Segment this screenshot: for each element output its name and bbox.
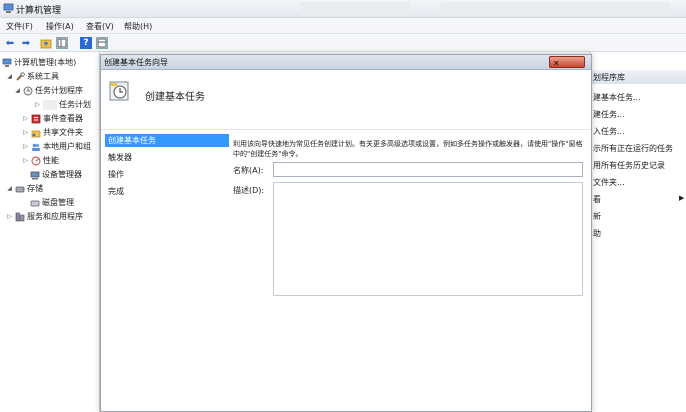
tree-item-disk-management[interactable]: 磁盘管理 bbox=[30, 196, 74, 209]
services-icon bbox=[15, 212, 25, 221]
create-basic-task-wizard: 创建基本任务向导 ✕ 创建基本任务 创建基本任务 触发器 操作 完成 利用该向导… bbox=[100, 54, 592, 412]
folder-icon bbox=[43, 99, 57, 110]
menu-action[interactable]: 操作(A) bbox=[46, 21, 74, 32]
tree-item-performance[interactable]: ▷ 性能 bbox=[22, 154, 59, 167]
performance-icon bbox=[31, 156, 41, 165]
description-label: 描述(D): bbox=[233, 186, 265, 195]
tree-item-task-library[interactable]: ▷ 任务计划 bbox=[34, 98, 91, 111]
tree-item-task-scheduler[interactable]: ◢ 任务计划程序 bbox=[14, 84, 83, 97]
actions-pane: 划程序库 建基本任务... 建任务... 入任务... 示所有正在运行的任务 用… bbox=[590, 52, 686, 412]
collapsed-arrow-icon[interactable]: ▷ bbox=[22, 157, 29, 164]
properties-icon[interactable] bbox=[96, 37, 108, 49]
step-trigger[interactable]: 触发器 bbox=[105, 151, 229, 164]
back-icon[interactable]: ⬅ bbox=[4, 37, 16, 49]
window-titlebar: 计算机管理 bbox=[0, 0, 686, 18]
close-icon: ✕ bbox=[553, 59, 560, 68]
computer-management-icon bbox=[3, 3, 14, 13]
users-icon bbox=[32, 143, 40, 151]
step-finish[interactable]: 完成 bbox=[105, 185, 229, 198]
console-tree: 计算机管理(本地) ◢ 系统工具 ◢ 任务计划程序 ▷ 任务计划 ▷ 事件查看器… bbox=[0, 52, 100, 412]
expanded-arrow-icon[interactable]: ◢ bbox=[6, 185, 13, 192]
tree-item-shared-folders[interactable]: ▷ 共享文件夹 bbox=[22, 126, 83, 139]
device-manager-icon bbox=[30, 171, 40, 179]
expanded-arrow-icon[interactable]: ◢ bbox=[14, 87, 21, 94]
menu-view[interactable]: 查看(V) bbox=[86, 21, 114, 32]
task-name-input[interactable] bbox=[273, 162, 583, 177]
dialog-title: 创建基本任务向导 bbox=[104, 58, 168, 67]
action-help[interactable]: 助 bbox=[593, 228, 601, 239]
collapsed-arrow-icon[interactable]: ▷ bbox=[34, 101, 41, 108]
blurred-region bbox=[300, 2, 410, 16]
window-title: 计算机管理 bbox=[16, 6, 62, 16]
blurred-region bbox=[440, 2, 670, 16]
action-enable-history[interactable]: 用所有任务历史记录 bbox=[593, 160, 665, 171]
toolbar: ⬅ ➡ ? bbox=[0, 34, 686, 52]
help-icon[interactable]: ? bbox=[80, 37, 92, 49]
collapsed-arrow-icon[interactable]: ▷ bbox=[22, 115, 29, 122]
disk-icon bbox=[30, 200, 40, 206]
tree-item-system-tools[interactable]: ◢ 系统工具 bbox=[6, 70, 59, 83]
clock-icon bbox=[23, 86, 33, 95]
tools-icon bbox=[16, 71, 25, 81]
menu-bar: 文件(F) 操作(A) 查看(V) 帮助(H) bbox=[0, 18, 686, 34]
task-description-input[interactable] bbox=[273, 182, 583, 296]
dialog-header: 创建基本任务 bbox=[101, 70, 591, 130]
step-action[interactable]: 操作 bbox=[105, 168, 229, 181]
action-import-task[interactable]: 入任务... bbox=[593, 126, 625, 137]
collapsed-arrow-icon[interactable]: ▷ bbox=[6, 213, 13, 220]
tree-item-event-viewer[interactable]: ▷ 事件查看器 bbox=[22, 112, 83, 125]
menu-help[interactable]: 帮助(H) bbox=[124, 21, 152, 32]
action-create-basic-task[interactable]: 建基本任务... bbox=[593, 92, 641, 103]
step-create-basic-task[interactable]: 创建基本任务 bbox=[105, 134, 229, 147]
actions-header: 划程序库 bbox=[591, 70, 686, 84]
task-clock-icon bbox=[109, 81, 129, 101]
up-folder-icon[interactable] bbox=[40, 37, 52, 49]
forward-icon[interactable]: ➡ bbox=[20, 37, 32, 49]
action-new-folder[interactable]: 文件夹... bbox=[593, 177, 625, 188]
computer-management-icon bbox=[2, 58, 12, 67]
menu-file[interactable]: 文件(F) bbox=[6, 21, 33, 32]
submenu-arrow-icon: ▶ bbox=[679, 194, 685, 202]
wizard-description: 利用该向导快速地为常见任务创建计划。有关更多高级选项或设置，例如多任务操作或触发… bbox=[233, 140, 583, 158]
dialog-titlebar: 创建基本任务向导 ✕ bbox=[101, 55, 591, 70]
storage-icon bbox=[15, 186, 25, 192]
close-button[interactable]: ✕ bbox=[549, 56, 585, 68]
action-refresh[interactable]: 新 bbox=[593, 211, 601, 222]
tree-item-local-users[interactable]: ▷ 本地用户和组 bbox=[22, 140, 91, 153]
show-hide-tree-icon[interactable] bbox=[56, 37, 68, 49]
collapsed-arrow-icon[interactable]: ▷ bbox=[22, 129, 29, 136]
shared-folder-icon bbox=[31, 130, 41, 137]
collapsed-arrow-icon[interactable]: ▷ bbox=[22, 143, 29, 150]
action-show-running[interactable]: 示所有正在运行的任务 bbox=[593, 143, 673, 154]
action-create-task[interactable]: 建任务... bbox=[593, 109, 625, 120]
event-viewer-icon bbox=[31, 114, 41, 123]
expanded-arrow-icon[interactable]: ◢ bbox=[6, 73, 13, 80]
tree-item-storage[interactable]: ◢ 存储 bbox=[6, 182, 43, 195]
name-label: 名称(A): bbox=[233, 166, 264, 175]
tree-item-device-manager[interactable]: 设备管理器 bbox=[30, 168, 82, 181]
action-view[interactable]: 看 bbox=[593, 194, 601, 205]
wizard-heading: 创建基本任务 bbox=[145, 92, 205, 103]
tree-item-services[interactable]: ▷ 服务和应用程序 bbox=[6, 210, 83, 223]
tree-item-root[interactable]: 计算机管理(本地) bbox=[2, 56, 76, 69]
